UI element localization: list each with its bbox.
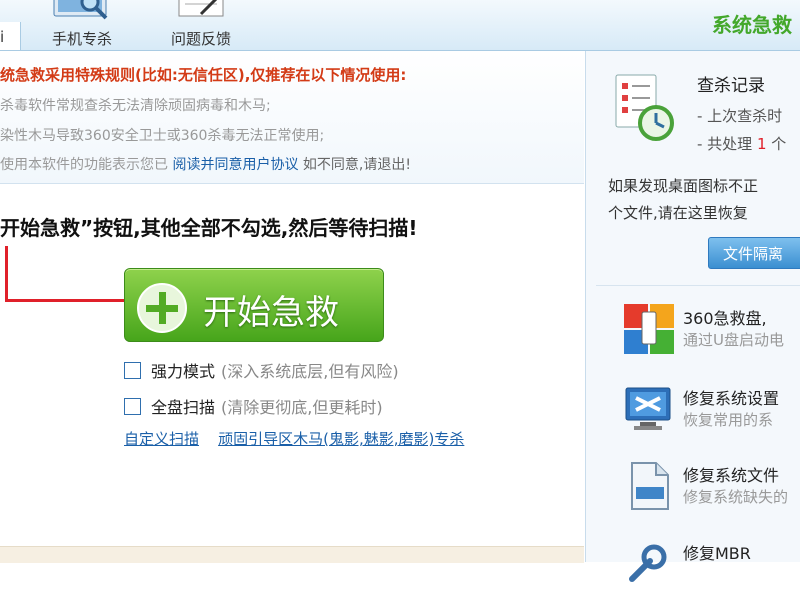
processed-suffix: 个 xyxy=(771,135,787,153)
tab-label: 问题反馈 xyxy=(170,30,231,48)
user-agreement-link[interactable]: 阅读并同意用户协议 xyxy=(172,157,298,173)
start-button-label: 开始急救 xyxy=(203,293,339,333)
tool-rescue-disk[interactable]: 360急救盘, 通过U盘启动电 xyxy=(624,304,800,364)
processed-count: 1 xyxy=(756,135,767,153)
tool-repair-settings[interactable]: 修复系统设置 恢复常用的系 xyxy=(624,384,800,444)
processed-prefix: - 共处理 xyxy=(697,135,753,153)
agreement-suffix: 如不同意,请退出! xyxy=(302,157,411,173)
option-hint: (清除更彻底,但更耗时) xyxy=(221,398,383,417)
tool-name: 修复系统文件 xyxy=(683,466,780,485)
tab-mobile-killer[interactable]: 手机专杀 xyxy=(32,0,132,50)
brand-title: 系统急救 xyxy=(712,13,792,37)
tool-name: 修复MBR xyxy=(683,544,751,563)
right-panel: 查杀记录 - 上次查杀时 - 共处理 1 个 如果发现桌面图标不正 个文件,请在… xyxy=(585,51,800,582)
plus-icon xyxy=(137,283,187,333)
rescue-disk-icon xyxy=(624,304,674,354)
notice-line: 染性木马导致360安全卫士或360杀毒无法正常使用; xyxy=(0,128,325,144)
top-toolbar: i 手机专杀 问题反馈 系统急救 xyxy=(0,0,800,51)
restore-desc: 个文件,请在这里恢复 xyxy=(608,204,748,222)
status-strip xyxy=(0,546,584,563)
processed-count-line: - 共处理 1 个 xyxy=(697,133,786,154)
force-mode-checkbox[interactable] xyxy=(124,362,141,379)
wrench-icon xyxy=(629,544,667,582)
scan-links: 自定义扫描 顽固引导区木马(鬼影,魅影,磨影)专杀 xyxy=(124,428,464,449)
scan-record-title: 查杀记录 xyxy=(697,76,765,96)
tool-name: 360急救盘, xyxy=(683,309,767,328)
option-force-mode[interactable]: 强力模式 (深入系统底层,但有风险) xyxy=(124,358,399,382)
divider xyxy=(596,285,800,286)
notice-agreement-line: 使用本软件的功能表示您已 阅读并同意用户协议 如不同意,请退出! xyxy=(0,154,411,174)
instruction-text: 开始急救”按钮,其他全部不勾选,然后等待扫描! xyxy=(0,216,418,240)
tool-desc: 恢复常用的系 xyxy=(683,411,774,429)
tab-label: 手机专杀 xyxy=(51,30,112,48)
option-label: 强力模式 xyxy=(151,362,216,381)
file-quarantine-button[interactable]: 文件隔离 xyxy=(708,237,800,269)
full-scan-checkbox[interactable] xyxy=(124,398,141,415)
usage-notice: 统急救采用特殊规则(比如:无信任区),仅推荐在以下情况使用: 杀毒软件常规查杀无… xyxy=(0,51,584,184)
tool-name: 修复系统设置 xyxy=(683,389,780,408)
option-full-scan[interactable]: 全盘扫描 (清除更彻底,但更耗时) xyxy=(124,394,383,418)
tool-desc: 通过U盘启动电 xyxy=(683,331,784,349)
magnifier-icon xyxy=(53,0,108,20)
restore-desc: 如果发现桌面图标不正 xyxy=(608,177,759,195)
option-label: 全盘扫描 xyxy=(151,398,216,417)
pointer-line xyxy=(5,246,8,302)
feedback-icon xyxy=(178,0,224,17)
tool-repair-files[interactable]: 修复系统文件 修复系统缺失的 xyxy=(624,461,800,521)
tab-feedback[interactable]: 问题反馈 xyxy=(150,0,252,50)
last-scan-time: - 上次查杀时 xyxy=(697,107,783,125)
custom-scan-link[interactable]: 自定义扫描 xyxy=(124,430,199,448)
bootkit-killer-link[interactable]: 顽固引导区木马(鬼影,魅影,磨影)专杀 xyxy=(218,430,464,448)
notice-title: 统急救采用特殊规则(比如:无信任区),仅推荐在以下情况使用: xyxy=(0,66,407,84)
dll-file-icon xyxy=(631,462,669,510)
tab-label-partial: i xyxy=(0,28,5,46)
repair-settings-icon xyxy=(625,387,671,430)
agreement-prefix: 使用本软件的功能表示您已 xyxy=(0,157,168,173)
tab-active-partial[interactable]: i xyxy=(0,22,21,50)
tool-desc: 修复系统缺失的 xyxy=(683,488,789,506)
start-rescue-button[interactable]: 开始急救 xyxy=(124,268,384,342)
option-hint: (深入系统底层,但有风险) xyxy=(221,362,399,381)
tool-repair-mbr[interactable]: 修复MBR xyxy=(624,539,800,599)
scan-record-icon xyxy=(615,74,674,141)
notice-line: 杀毒软件常规查杀无法清除顽固病毒和木马; xyxy=(0,98,271,114)
